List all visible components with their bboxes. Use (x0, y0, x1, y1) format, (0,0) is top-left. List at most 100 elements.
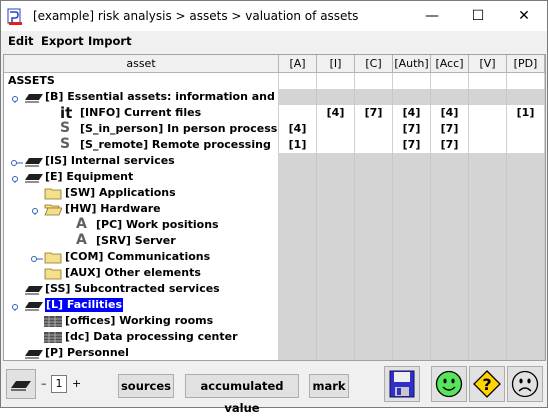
asset-cell[interactable]: [dc] Data processing center (4, 329, 279, 345)
asset-cell[interactable]: [SS] Subcontracted services (4, 281, 279, 297)
accumulated-value-button[interactable]: accumulated value (185, 374, 299, 415)
tree-collapsed-icon[interactable] (31, 253, 43, 265)
menu-edit[interactable]: Edit (8, 34, 34, 48)
value-cell[interactable] (279, 345, 317, 360)
value-cell[interactable] (355, 121, 393, 137)
value-cell[interactable] (507, 73, 545, 89)
asset-cell[interactable]: S [S_in_person] In person processing (4, 121, 279, 137)
value-cell[interactable] (393, 169, 431, 185)
close-button[interactable]: ✕ (501, 1, 547, 31)
value-cell[interactable]: [4] (279, 121, 317, 137)
table-row[interactable]: [L] Facilities (4, 297, 545, 313)
asset-cell[interactable]: [B] Essential assets: information and se… (4, 89, 279, 105)
value-cell[interactable] (469, 297, 507, 313)
value-cell[interactable] (469, 73, 507, 89)
value-cell[interactable] (469, 217, 507, 233)
menu-import[interactable]: Import (88, 34, 132, 48)
value-cell[interactable] (469, 169, 507, 185)
value-cell[interactable] (317, 281, 355, 297)
value-cell[interactable] (279, 105, 317, 121)
value-cell[interactable] (469, 329, 507, 345)
value-cell[interactable] (431, 201, 469, 217)
value-cell[interactable] (279, 265, 317, 281)
asset-cell[interactable]: ASSETS (4, 73, 279, 89)
table-row[interactable]: [IS] Internal services (4, 153, 545, 169)
table-row[interactable]: [P] Personnel (4, 345, 545, 360)
value-cell[interactable] (431, 313, 469, 329)
asset-cell[interactable]: A [PC] Work positions (4, 217, 279, 233)
value-cell[interactable] (317, 313, 355, 329)
tree-expanded-icon[interactable] (11, 301, 23, 313)
value-cell[interactable] (279, 185, 317, 201)
asset-cell[interactable]: [HW] Hardware (4, 201, 279, 217)
value-cell[interactable] (393, 185, 431, 201)
value-cell[interactable] (393, 73, 431, 89)
value-cell[interactable] (317, 153, 355, 169)
save-button[interactable] (384, 366, 420, 402)
value-cell[interactable] (393, 281, 431, 297)
value-cell[interactable] (469, 281, 507, 297)
expand-layer-button[interactable] (6, 369, 36, 399)
value-cell[interactable]: [4] (317, 105, 355, 121)
value-cell[interactable] (355, 345, 393, 360)
value-cell[interactable] (507, 265, 545, 281)
value-cell[interactable] (279, 313, 317, 329)
value-cell[interactable]: [7] (431, 137, 469, 153)
column-header-0[interactable]: [A] (279, 55, 317, 72)
value-cell[interactable] (507, 297, 545, 313)
value-cell[interactable] (279, 89, 317, 105)
value-cell[interactable] (393, 89, 431, 105)
value-cell[interactable] (393, 201, 431, 217)
value-cell[interactable] (393, 265, 431, 281)
value-cell[interactable]: [4] (431, 105, 469, 121)
value-cell[interactable] (507, 233, 545, 249)
value-cell[interactable] (355, 217, 393, 233)
value-cell[interactable] (507, 217, 545, 233)
value-cell[interactable] (279, 153, 317, 169)
value-cell[interactable] (317, 297, 355, 313)
value-cell[interactable] (469, 89, 507, 105)
value-cell[interactable] (393, 297, 431, 313)
value-cell[interactable] (431, 153, 469, 169)
value-cell[interactable] (469, 233, 507, 249)
value-cell[interactable] (507, 137, 545, 153)
level-decrease-button[interactable]: – (41, 377, 47, 390)
asset-cell[interactable]: it [INFO] Current files (4, 105, 279, 121)
value-cell[interactable]: [7] (393, 137, 431, 153)
value-cell[interactable] (317, 89, 355, 105)
value-cell[interactable] (317, 329, 355, 345)
value-cell[interactable] (431, 345, 469, 360)
value-cell[interactable] (279, 297, 317, 313)
ok-smiley-button[interactable] (431, 366, 467, 402)
minimize-button[interactable]: — (409, 1, 455, 31)
value-cell[interactable] (393, 153, 431, 169)
value-cell[interactable] (507, 121, 545, 137)
value-cell[interactable] (507, 281, 545, 297)
value-cell[interactable] (393, 313, 431, 329)
value-cell[interactable] (431, 249, 469, 265)
value-cell[interactable] (317, 217, 355, 233)
value-cell[interactable] (431, 329, 469, 345)
value-cell[interactable] (355, 201, 393, 217)
value-cell[interactable] (355, 313, 393, 329)
table-row[interactable]: [HW] Hardware (4, 201, 545, 217)
column-header-3[interactable]: [Auth] (393, 55, 431, 72)
value-cell[interactable]: [7] (355, 105, 393, 121)
value-cell[interactable] (279, 217, 317, 233)
value-cell[interactable] (469, 137, 507, 153)
value-cell[interactable] (355, 153, 393, 169)
table-row[interactable]: [B] Essential assets: information and se… (4, 89, 545, 105)
column-header-1[interactable]: [I] (317, 55, 355, 72)
value-cell[interactable] (355, 249, 393, 265)
value-cell[interactable]: [4] (393, 105, 431, 121)
value-cell[interactable] (279, 329, 317, 345)
value-cell[interactable] (507, 153, 545, 169)
asset-cell[interactable]: A [SRV] Server (4, 233, 279, 249)
mark-button[interactable]: mark (309, 374, 349, 398)
value-cell[interactable] (431, 89, 469, 105)
asset-cell[interactable]: [P] Personnel (4, 345, 279, 360)
value-cell[interactable] (317, 233, 355, 249)
table-row[interactable]: [SS] Subcontracted services (4, 281, 545, 297)
value-cell[interactable] (279, 201, 317, 217)
column-header-2[interactable]: [C] (355, 55, 393, 72)
